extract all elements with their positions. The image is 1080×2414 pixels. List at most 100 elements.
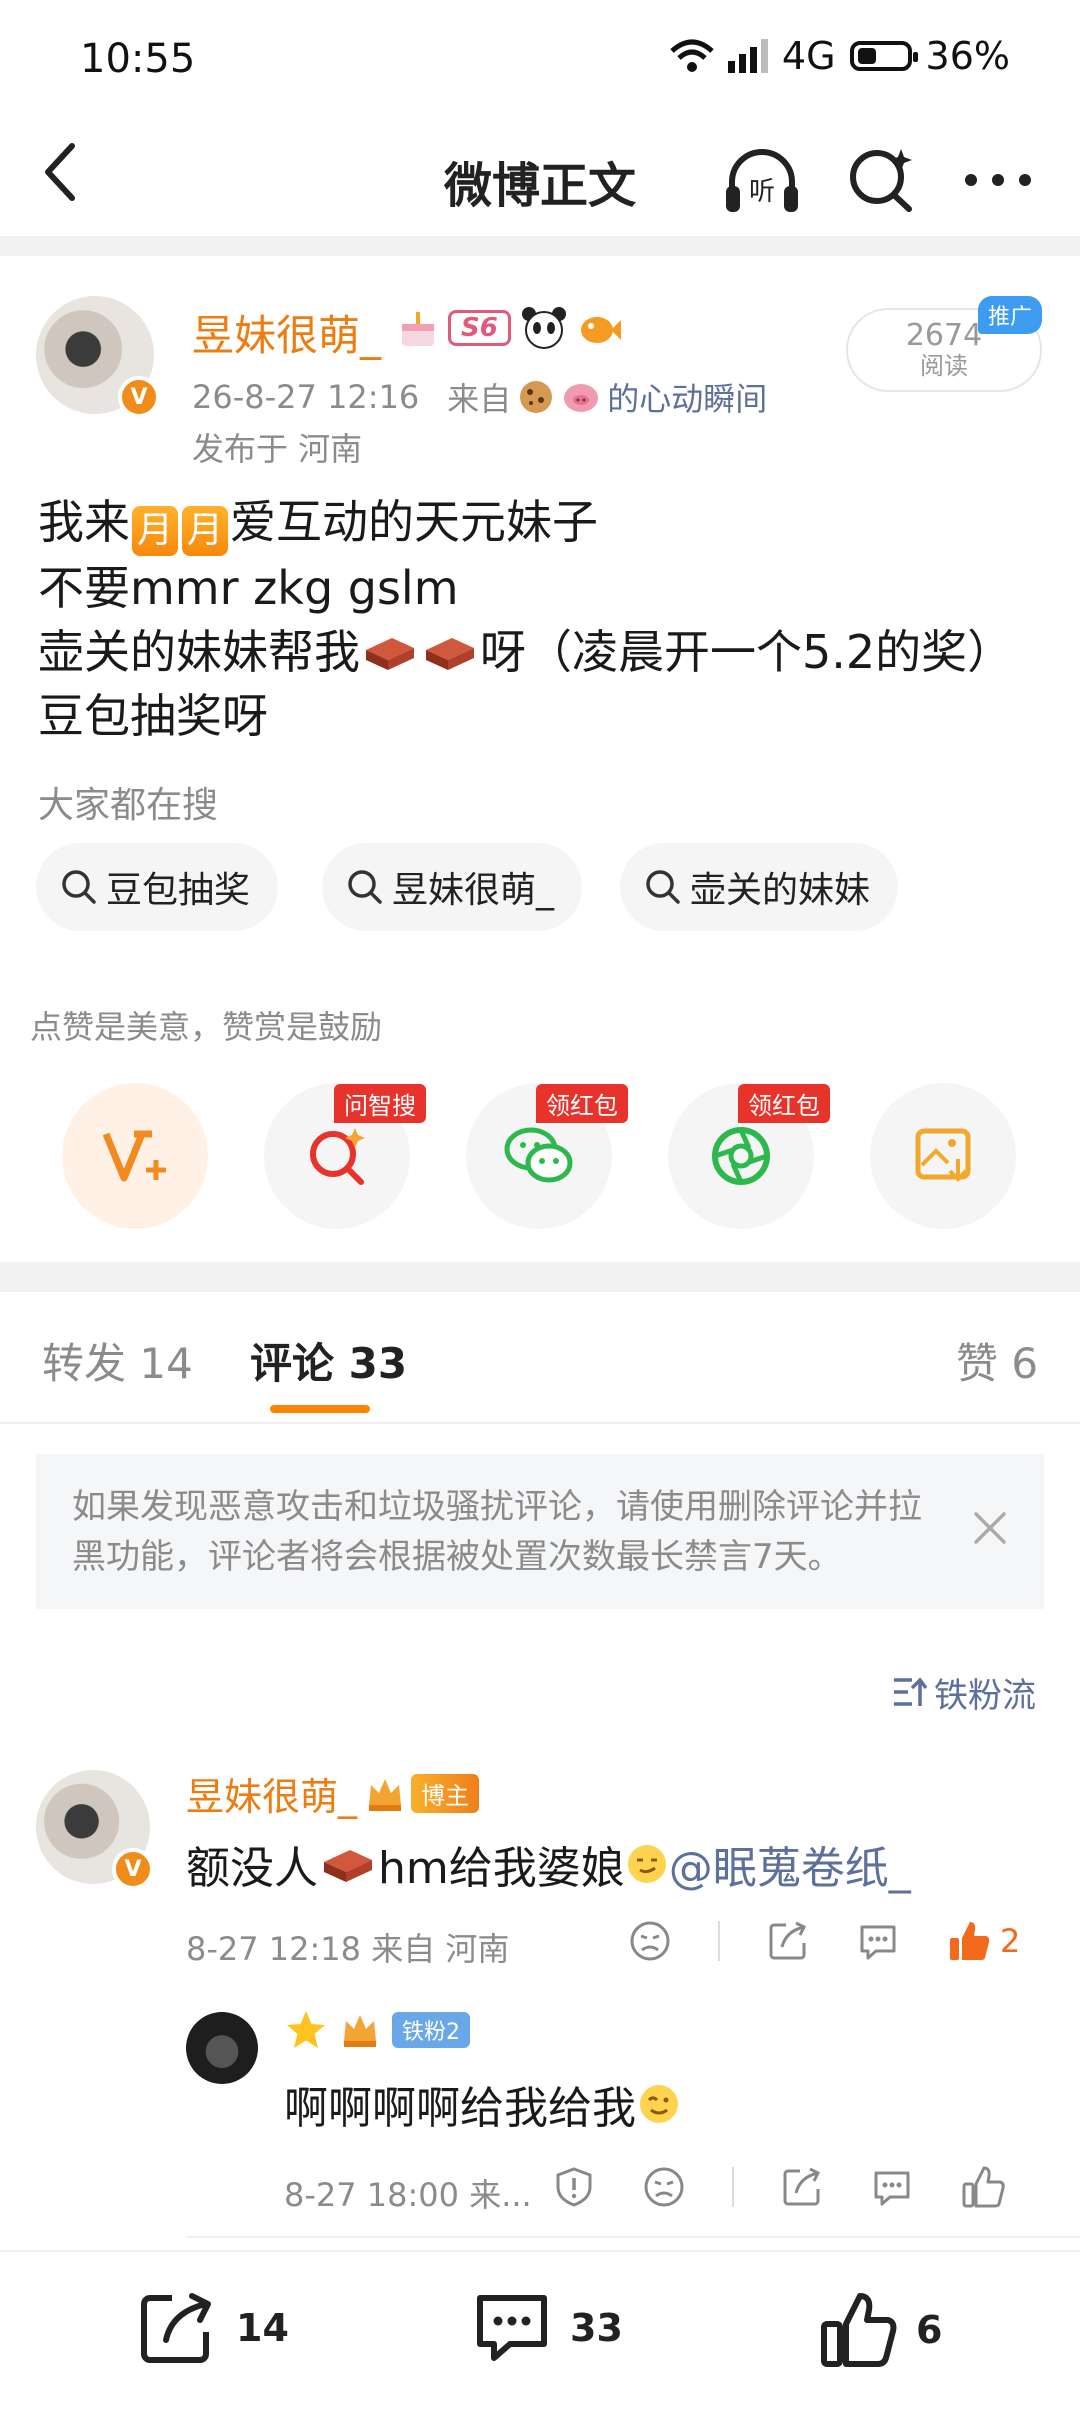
replier-avatar[interactable] [186,2012,258,2084]
report-shield-icon[interactable] [552,2165,596,2209]
cake-badge-icon [402,312,434,346]
cookie-icon [520,381,553,413]
moon-emoji: 月 [132,506,178,556]
v-plus-icon [102,1130,166,1182]
post-date: 26-8-27 12:16 [192,378,420,416]
source-link[interactable]: 的心动瞬间 [607,374,767,420]
post-line-2: 不要mmr zkg gslm [38,561,459,615]
post-line-3: 壶关的妹妹帮我 呀（凌晨开一个5.2的奖） [38,625,1014,679]
comment-divider [186,2236,1080,2238]
thumbs-up-icon[interactable] [960,2164,1006,2210]
bottom-repost-button[interactable]: 14 [138,2290,289,2366]
more-button[interactable] [958,140,1038,220]
reward-hint: 点赞是美意，赞赏是鼓励 [30,1008,383,1046]
moderation-notice: 如果发现恶意攻击和垃圾骚扰评论，请使用删除评论并拉黑功能，评论者将会根据被处置次… [36,1454,1044,1609]
share-icon[interactable] [780,2165,824,2209]
notice-close-button[interactable] [968,1506,1012,1550]
share-icon[interactable] [766,1919,810,1963]
sort-icon [894,1676,928,1706]
smirk-emoji-icon [627,1845,666,1883]
brick-emoji-icon [366,638,414,670]
battery-level: 36% [925,34,1010,78]
battery-icon [849,41,918,71]
reply-actions [552,2164,1006,2210]
status-time: 10:55 [80,36,196,82]
promo-tag: 问智搜 [334,1084,426,1123]
tab-comments[interactable]: 评论 33 [250,1330,407,1391]
post-body: 我来月月爱互动的天元妹子 不要mmr zkg gslm 壶关的妹妹帮我 呀（凌晨开… [38,490,1013,748]
comment-like-count: 2 [1000,1922,1021,1960]
comment-author-name[interactable]: 昱妹很萌_ [186,1766,357,1821]
read-label: 阅读 [920,352,968,380]
crown-icon [344,2015,376,2047]
listen-button[interactable]: 听 [722,140,802,220]
save-image-button[interactable] [870,1083,1016,1229]
post-line-4: 豆包抽奖呀 [38,689,268,743]
active-tab-indicator [270,1405,370,1413]
search-icon [348,870,382,904]
moments-aperture-icon [712,1127,770,1185]
fish-icon [580,317,621,343]
wifi-icon [670,39,714,72]
reply-text: 啊啊啊啊给我给我 [284,2072,682,2136]
author-badge: 博主 [411,1774,480,1813]
search-chip[interactable]: 壶关的妹妹 [620,843,899,931]
reward-button[interactable] [62,1083,208,1229]
bottom-comment-button[interactable]: 33 [472,2290,623,2366]
tab-repost[interactable]: 转发 14 [42,1330,193,1391]
search-sparkle-icon [850,149,912,212]
dislike-face-icon[interactable] [642,2165,686,2209]
search-chip[interactable]: 昱妹很萌_ [322,843,583,931]
thumbs-up-icon [821,2293,897,2367]
mention-link[interactable]: @眠蒐卷纸_ [669,1832,911,1896]
repost-icon [141,2293,211,2363]
source-prefix: 来自 [447,380,512,418]
image-download-icon [915,1128,971,1182]
comment-author-row: 昱妹很萌_ 博主 [186,1766,480,1821]
tab-likes[interactable]: 赞 6 [956,1330,1038,1391]
search-icon [62,870,96,904]
ai-search-button[interactable] [842,140,922,220]
reply-icon[interactable] [870,2165,914,2209]
wink-emoji-icon [640,2085,678,2123]
red-packet-tag: 领红包 [738,1084,830,1123]
moon-emoji: 月 [182,506,228,556]
sort-button[interactable]: 铁粉流 [892,1668,1036,1717]
promote-tag[interactable]: 推广 [978,296,1043,334]
section-divider [0,236,1080,256]
reply-meta: 8-27 18:00 来... [284,2176,532,2214]
status-bar: 10:55 4G 36% [0,0,1080,120]
comment-text: 额没人 hm给我婆娘 @眠蒐卷纸_ [186,1832,911,1896]
dislike-face-icon[interactable] [628,1919,672,1963]
wechat-icon [504,1127,573,1183]
post-meta: 26-8-27 12:16 来自 的心动瞬间 [192,374,767,420]
trending-search-title: 大家都在搜 [38,785,219,826]
author-name[interactable]: 昱妹很萌_ [192,302,381,363]
listen-label: 听 [749,177,775,207]
fan-level-badge: 铁粉2 [392,2012,470,2048]
network-type: 4G [781,34,836,78]
action-separator [732,2167,734,2207]
reply-badges: 铁粉2 [284,2008,470,2052]
signal-icon [727,39,768,73]
brick-emoji-icon [426,638,474,670]
search-icon [646,870,680,904]
action-separator [718,1921,720,1961]
tabs-divider [0,1422,1080,1424]
post-location: 发布于 河南 [192,430,363,468]
search-sparkle-icon [310,1128,365,1185]
close-icon [974,1512,1006,1544]
comment-meta: 8-27 12:18 来自 河南 [186,1930,510,1968]
red-packet-tag: 领红包 [536,1084,628,1123]
reply-icon[interactable] [856,1919,900,1963]
headphones-icon: 听 [726,149,798,212]
search-chip[interactable]: 豆包抽奖 [36,843,279,931]
status-icons: 4G 36% [670,34,1010,78]
verified-badge: V [112,1848,154,1890]
panda-icon [521,307,566,349]
author-badges: S6 [398,306,623,350]
bottom-like-button[interactable]: 6 [818,2290,942,2370]
comment-like[interactable]: 2 [946,1918,1020,1964]
more-dots-icon [965,174,1031,186]
verified-badge: V [118,376,160,418]
